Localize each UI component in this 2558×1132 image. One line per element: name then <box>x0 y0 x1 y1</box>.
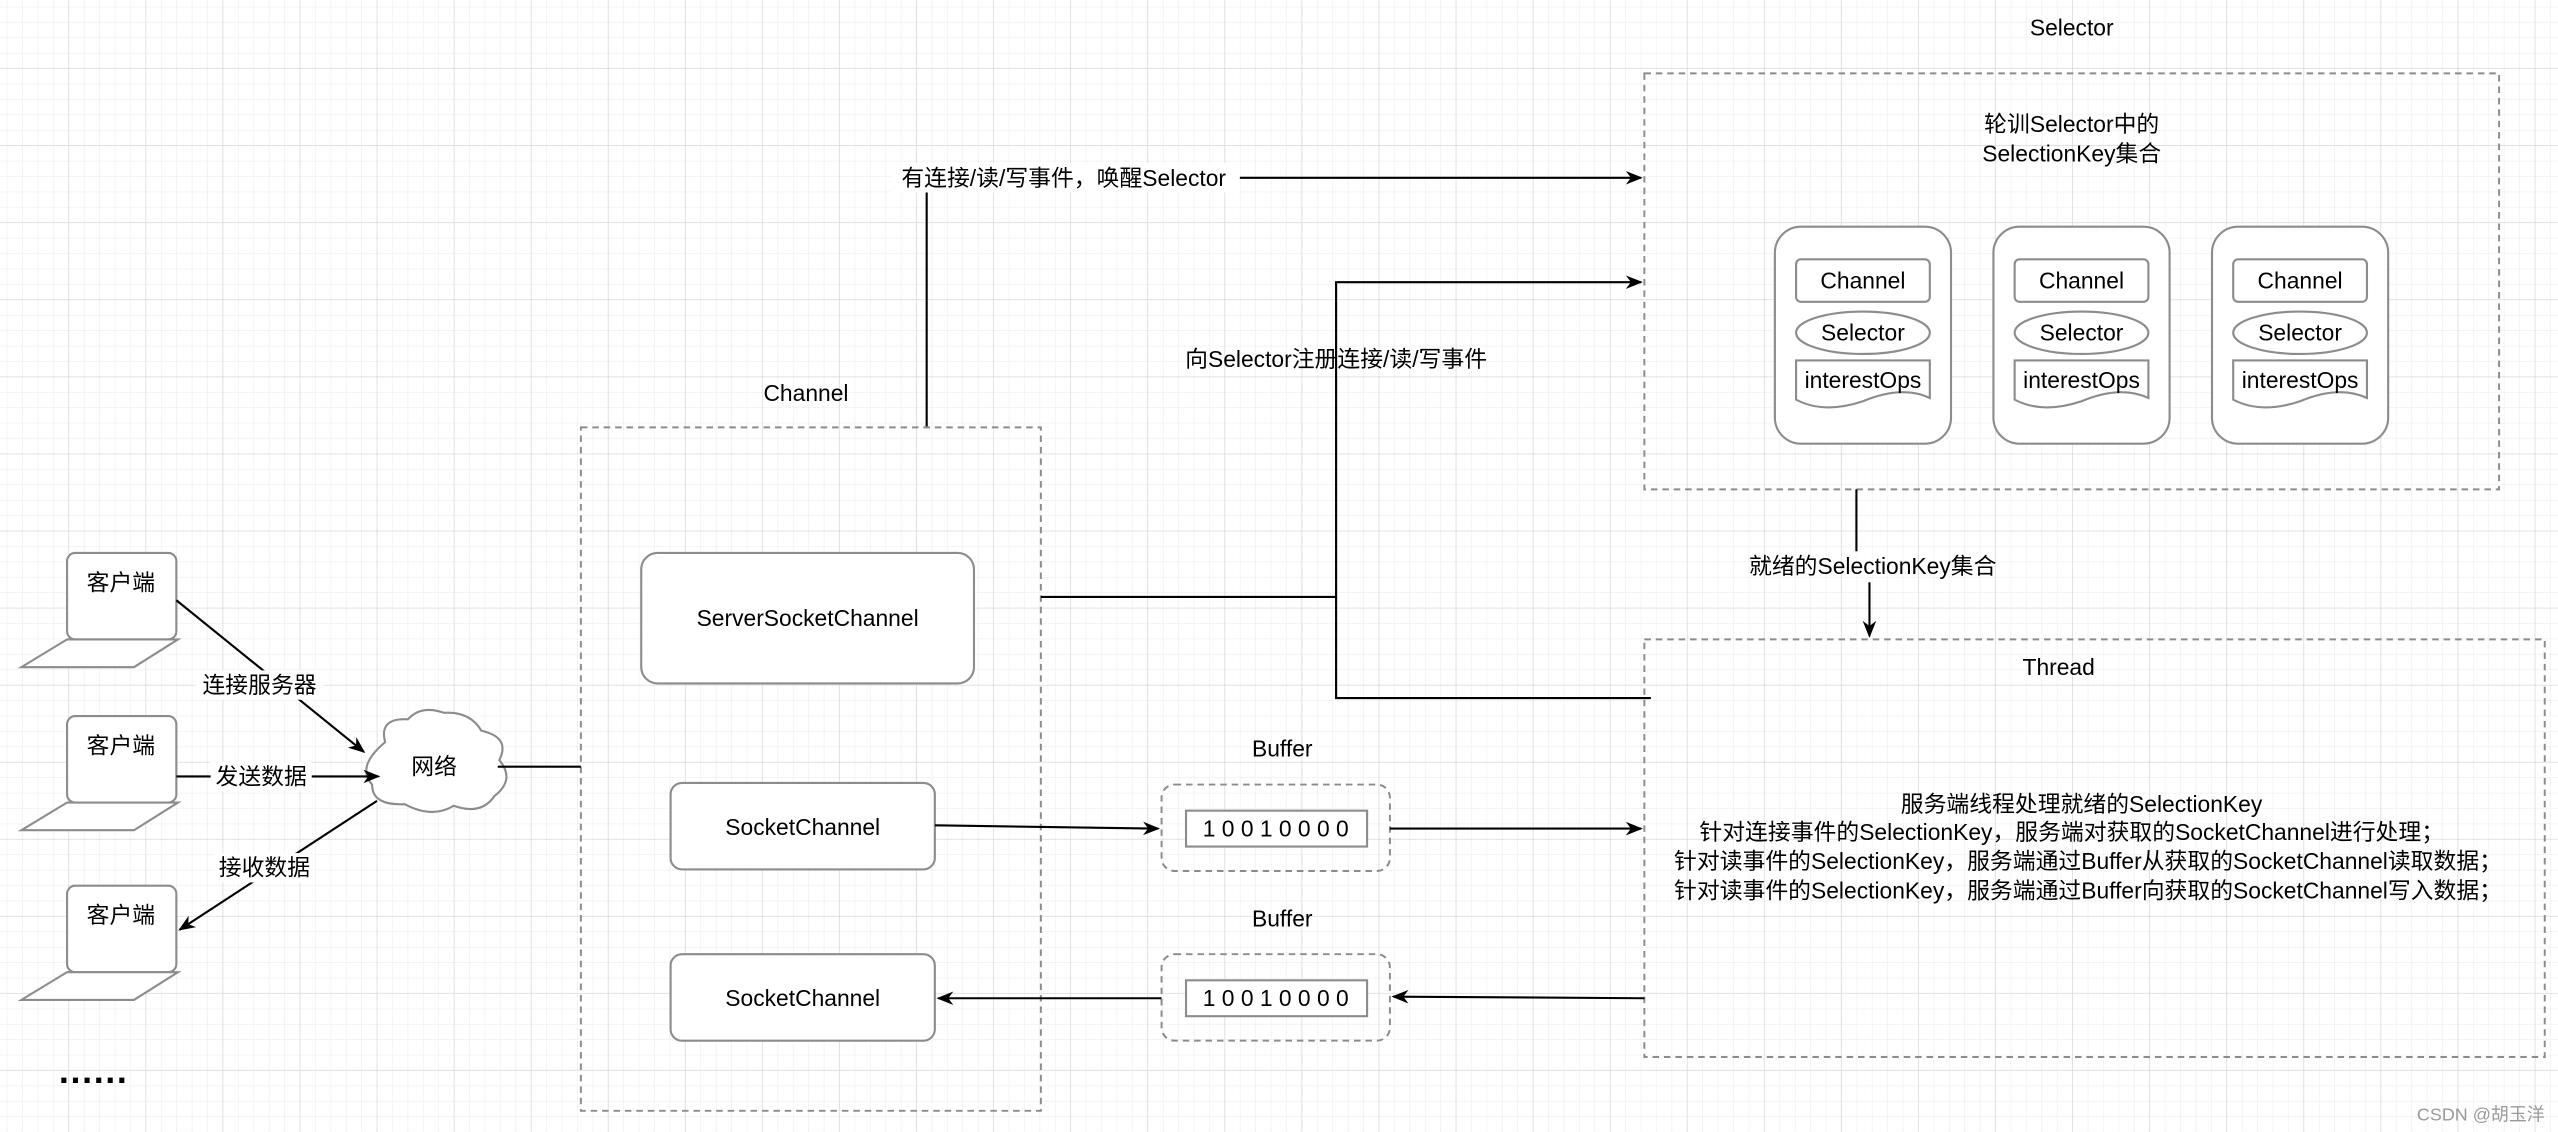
selection-key-card[interactable]: Channel Selector interestOps <box>1773 225 1953 445</box>
nio-diagram: Selector 轮训Selector中的 SelectionKey集合 Cha… <box>0 0 2558 1132</box>
buffer-2-title: Buffer <box>1252 905 1313 931</box>
key-ops-label: interestOps <box>2023 367 2140 393</box>
connect-edge-label: 连接服务器 <box>202 672 316 698</box>
thread-line: 服务端线程处理就绪的SelectionKey <box>1901 791 2263 817</box>
thread-line: 针对读事件的SelectionKey，服务端通过Buffer向获取的Socket… <box>1674 878 2502 904</box>
buffer-1-value: 1 0 0 1 0 0 0 0 <box>1203 816 1349 842</box>
client-label: 客户端 <box>87 902 155 928</box>
ready-edge-label: 就绪的SelectionKey集合 <box>1749 553 1997 579</box>
thread-title: Thread <box>2023 654 2095 680</box>
client-label: 客户端 <box>87 569 155 595</box>
key-selector-label: Selector <box>1821 320 1905 346</box>
buffer-1-title: Buffer <box>1252 736 1313 762</box>
key-channel-label: Channel <box>2258 268 2343 294</box>
server-socket-channel-label: ServerSocketChannel <box>697 605 919 631</box>
watermark: CSDN @胡玉洋 <box>2417 1105 2545 1125</box>
selection-key-card[interactable]: Channel Selector interestOps <box>1992 225 2171 445</box>
grid-background <box>0 0 2558 1132</box>
send-edge-label: 发送数据 <box>216 763 307 789</box>
socket-channel-1-label: SocketChannel <box>725 814 880 840</box>
selector-desc-line1: 轮训Selector中的 <box>1984 111 2159 137</box>
key-selector-label: Selector <box>2040 320 2124 346</box>
socket-channel-2-label: SocketChannel <box>725 985 880 1011</box>
more-clients-ellipsis: ...... <box>59 1051 129 1091</box>
channel-title: Channel <box>763 380 848 406</box>
receive-edge-label: 接收数据 <box>219 855 310 881</box>
client-label: 客户端 <box>87 732 155 758</box>
key-ops-label: interestOps <box>1805 367 1922 393</box>
register-edge-label: 向Selector注册连接/读/写事件 <box>1185 346 1487 372</box>
key-selector-label: Selector <box>2258 320 2342 346</box>
thread-line: 针对连接事件的SelectionKey，服务端对获取的SocketChannel… <box>1699 819 2444 845</box>
thread-line: 针对读事件的SelectionKey，服务端通过Buffer从获取的Socket… <box>1674 848 2502 874</box>
key-channel-label: Channel <box>2039 268 2124 294</box>
selector-title: Selector <box>2030 15 2114 41</box>
key-ops-label: interestOps <box>2242 367 2359 393</box>
key-channel-label: Channel <box>1820 268 1905 294</box>
network-label: 网络 <box>411 754 457 780</box>
buffer-2-value: 1 0 0 1 0 0 0 0 <box>1203 985 1349 1011</box>
selector-desc-line2: SelectionKey集合 <box>1982 140 2161 166</box>
selection-key-card[interactable]: Channel Selector interestOps <box>2210 225 2390 445</box>
wake-edge-label: 有连接/读/写事件，唤醒Selector <box>901 165 1226 191</box>
